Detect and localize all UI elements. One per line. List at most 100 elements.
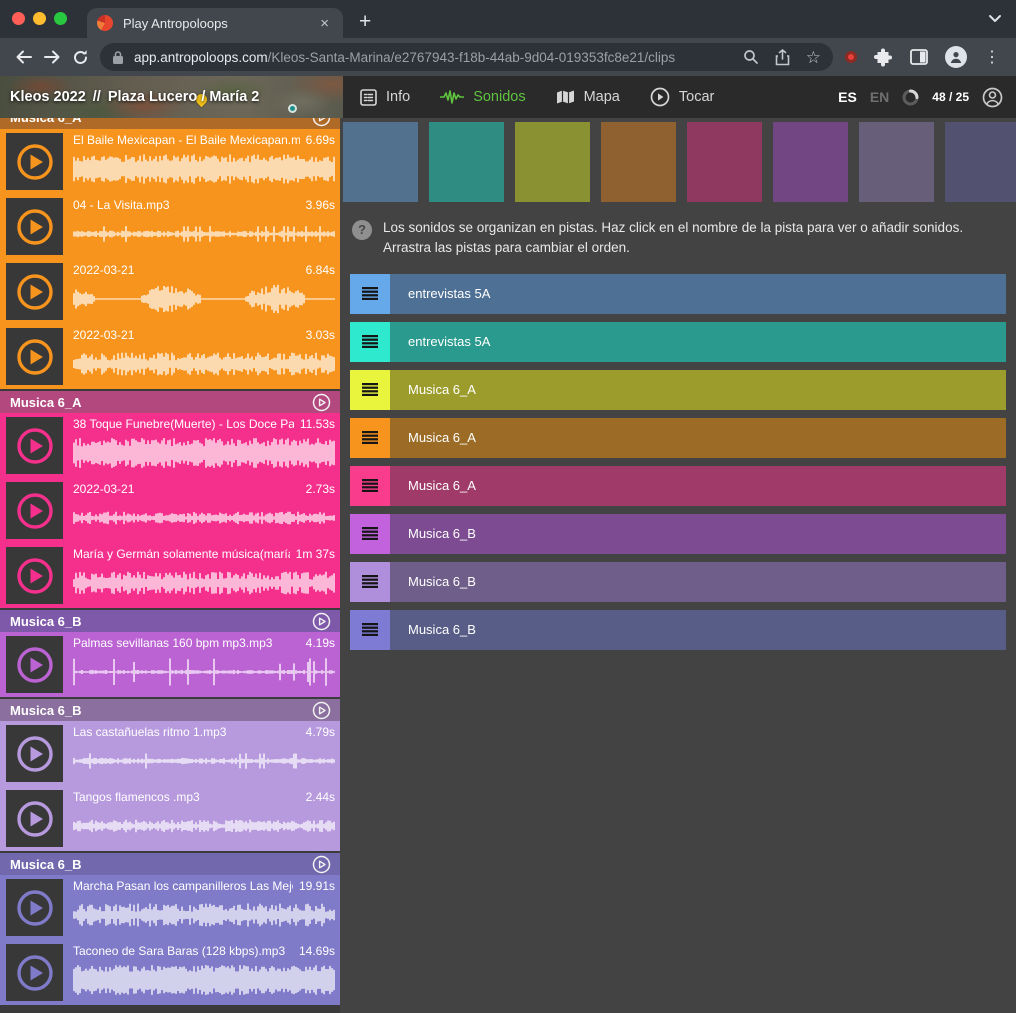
clip-header: 38 Toque Funebre(Muerte) - Los Doce Par.… [73, 417, 335, 432]
loading-spinner-icon [902, 89, 919, 106]
track-row-bar[interactable]: Musica 6_A [390, 466, 1006, 506]
track-row-label: Musica 6_A [408, 382, 476, 397]
section-play-icon[interactable] [312, 118, 331, 127]
browser-menu-kebab-icon[interactable]: ⋮ [984, 47, 1000, 67]
clip-item[interactable]: Marcha Pasan los campanilleros Las Mejor… [0, 875, 340, 940]
track-row-handle[interactable] [350, 274, 390, 314]
track-row-label: entrevistas 5A [408, 334, 490, 349]
track-row-handle[interactable] [350, 562, 390, 602]
address-bar[interactable]: app.antropoloops.com/Kleos-Santa-Marina/… [100, 43, 833, 71]
profile-avatar[interactable] [945, 46, 967, 68]
extensions-puzzle-icon[interactable] [874, 48, 893, 67]
section-header[interactable]: Musica 6_B [0, 851, 340, 875]
tab-info[interactable]: Info [360, 89, 410, 106]
track-color-swatch[interactable] [773, 122, 848, 202]
track-row-bar[interactable]: entrevistas 5A [390, 322, 1006, 362]
window-minimize-button[interactable] [33, 12, 46, 25]
clip-title: Marcha Pasan los campanilleros Las Mejor… [73, 879, 293, 894]
section-tracks: El Baile Mexicapan - El Baile Mexicapan.… [0, 129, 340, 389]
section-play-icon[interactable] [312, 393, 331, 412]
clip-play-button[interactable] [6, 133, 63, 190]
track-row-handle[interactable] [350, 514, 390, 554]
bookmark-star-icon[interactable]: ☆ [806, 49, 821, 66]
window-close-button[interactable] [12, 12, 25, 25]
section-play-icon[interactable] [312, 855, 331, 874]
tab-sonidos[interactable]: Sonidos [440, 89, 525, 105]
section-play-icon[interactable] [312, 701, 331, 720]
track-row-handle[interactable] [350, 418, 390, 458]
track-color-swatch[interactable] [515, 122, 590, 202]
clip-play-button[interactable] [6, 790, 63, 847]
language-en-button[interactable]: EN [870, 89, 889, 105]
section-title: Musica 6_B [10, 614, 312, 629]
track-row-bar[interactable]: Musica 6_B [390, 610, 1006, 650]
window-zoom-button[interactable] [54, 12, 67, 25]
side-panel-icon[interactable] [910, 49, 928, 65]
clip-play-button[interactable] [6, 547, 63, 604]
track-row-bar[interactable]: Musica 6_A [390, 418, 1006, 458]
zoom-icon[interactable] [743, 49, 759, 65]
back-icon[interactable] [10, 43, 38, 71]
track-color-swatch[interactable] [429, 122, 504, 202]
track-color-swatch[interactable] [859, 122, 934, 202]
map-photo-banner[interactable]: Kleos 2022//Plaza Lucero / María 2 [0, 76, 343, 118]
clip-item[interactable]: 04 - La Visita.mp3 3.96s [0, 194, 340, 259]
clip-item[interactable]: Taconeo de Sara Baras (128 kbps).mp3 14.… [0, 940, 340, 1005]
section-header[interactable]: Musica 6_A [0, 118, 340, 129]
tab-tocar[interactable]: Tocar [650, 87, 714, 107]
track-row-handle[interactable] [350, 370, 390, 410]
clip-item[interactable]: 2022-03-21 3.03s [0, 324, 340, 389]
clip-item[interactable]: 2022-03-21 2.73s [0, 478, 340, 543]
clip-item[interactable]: Las castañuelas ritmo 1.mp3 4.79s [0, 721, 340, 786]
section-header[interactable]: Musica 6_B [0, 608, 340, 632]
track-row-bar[interactable]: Musica 6_B [390, 562, 1006, 602]
section-header[interactable]: Musica 6_A [0, 389, 340, 413]
tab-close-icon[interactable]: × [316, 15, 333, 32]
track-row-bar[interactable]: entrevistas 5A [390, 274, 1006, 314]
track-color-swatch[interactable] [687, 122, 762, 202]
track-row-bar[interactable]: Musica 6_B [390, 514, 1006, 554]
section-play-icon[interactable] [312, 612, 331, 631]
app-nav: Info Sonidos Mapa Tocar ES EN 48 / 25 [343, 76, 1016, 118]
clip-play-button[interactable] [6, 198, 63, 255]
account-icon[interactable] [982, 87, 1003, 108]
track-row-bar[interactable]: Musica 6_A [390, 370, 1006, 410]
clip-play-button[interactable] [6, 636, 63, 693]
reload-icon[interactable] [66, 43, 94, 71]
play-icon [15, 799, 55, 839]
track-color-swatch[interactable] [945, 122, 1016, 202]
clip-header: Palmas sevillanas 160 bpm mp3.mp3 4.19s [73, 636, 335, 651]
clip-play-button[interactable] [6, 417, 63, 474]
clip-play-button[interactable] [6, 328, 63, 385]
track-color-swatch[interactable] [343, 122, 418, 202]
clip-play-button[interactable] [6, 725, 63, 782]
tab-mapa[interactable]: Mapa [556, 89, 620, 105]
language-es-button[interactable]: ES [838, 89, 857, 105]
clip-item[interactable]: María y Germán solamente música(maría 2.… [0, 543, 340, 608]
clip-item[interactable]: Palmas sevillanas 160 bpm mp3.mp3 4.19s [0, 632, 340, 697]
new-tab-button[interactable]: + [359, 10, 371, 34]
clip-duration: 4.19s [306, 636, 335, 651]
clip-play-button[interactable] [6, 944, 63, 1001]
clip-play-button[interactable] [6, 263, 63, 320]
track-row-handle[interactable] [350, 466, 390, 506]
track-row-handle[interactable] [350, 322, 390, 362]
clip-item[interactable]: 2022-03-21 6.84s [0, 259, 340, 324]
clip-item[interactable]: 38 Toque Funebre(Muerte) - Los Doce Par.… [0, 413, 340, 478]
section-header[interactable]: Musica 6_B [0, 697, 340, 721]
clip-item[interactable]: El Baile Mexicapan - El Baile Mexicapan.… [0, 129, 340, 194]
clip-play-button[interactable] [6, 879, 63, 936]
clip-play-button[interactable] [6, 482, 63, 539]
tab-mapa-label: Mapa [584, 89, 620, 105]
tab-search-chevron-icon[interactable] [988, 10, 1002, 28]
clip-header: Marcha Pasan los campanilleros Las Mejor… [73, 879, 335, 894]
url-path: /Kleos-Santa-Marina/e2767943-f18b-44ab-9… [268, 50, 676, 65]
recording-indicator-icon[interactable] [845, 51, 857, 63]
track-row-handle[interactable] [350, 610, 390, 650]
share-icon[interactable] [775, 49, 790, 66]
clip-item[interactable]: Tangos flamencos .mp3 2.44s [0, 786, 340, 851]
track-color-swatch[interactable] [601, 122, 676, 202]
clip-title: Las castañuelas ritmo 1.mp3 [73, 725, 300, 740]
browser-tab[interactable]: Play Antropoloops × [87, 8, 343, 38]
forward-icon[interactable] [38, 43, 66, 71]
